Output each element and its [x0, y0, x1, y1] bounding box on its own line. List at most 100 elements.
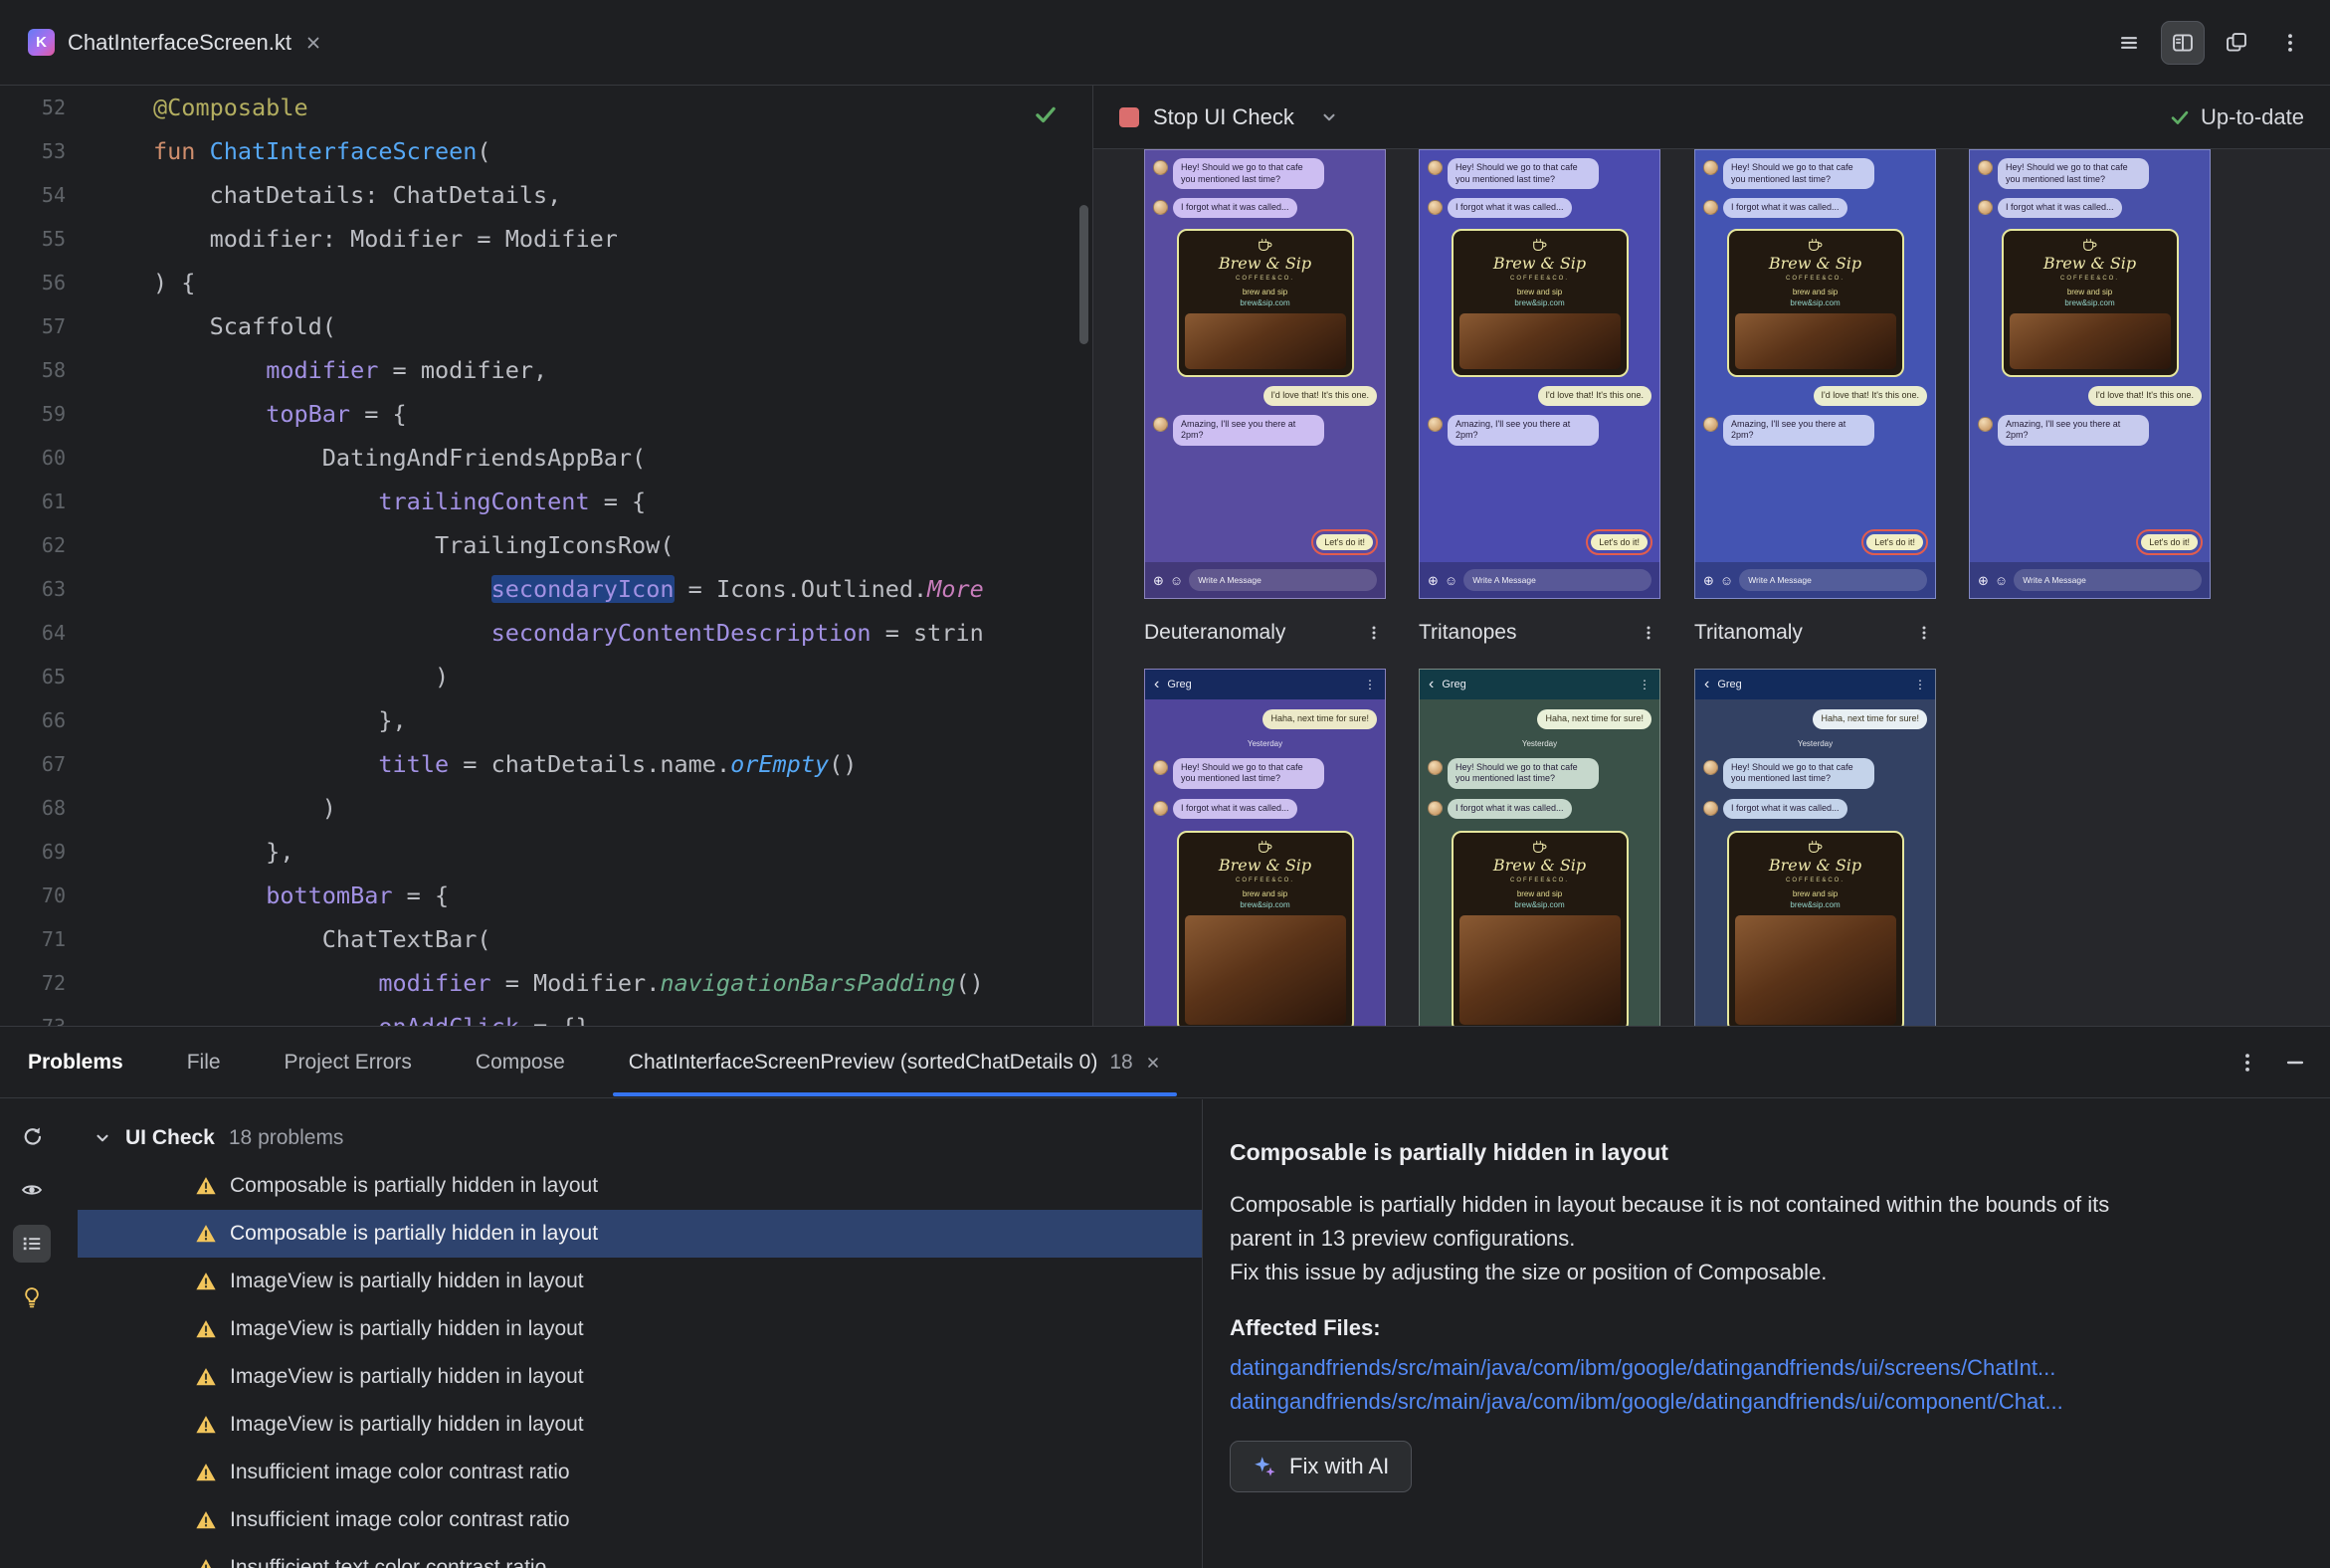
more-icon[interactable]	[2236, 1052, 2258, 1074]
problems-tab-compose[interactable]: Compose	[476, 1051, 565, 1075]
problem-item[interactable]: ImageView is partially hidden in layout	[78, 1353, 1202, 1401]
preview-config-row: Tritanomaly	[1694, 621, 1936, 645]
code-editor[interactable]: 52 @Composable 53 fun ChatInterfaceScreen(5…	[0, 86, 1092, 1026]
problem-item[interactable]: Composable is partially hidden in layout	[78, 1210, 1202, 1258]
preview-eye-icon[interactable]	[13, 1171, 51, 1209]
warning-icon	[195, 1509, 217, 1531]
affected-file-link[interactable]: datingandfriends/src/main/java/com/ibm/g…	[1230, 1351, 2304, 1385]
preview-toolbar: Stop UI Check Up-to-date	[1093, 86, 2330, 149]
message-input[interactable]: Write A Message	[2014, 569, 2202, 591]
problem-item[interactable]: Composable is partially hidden in layout	[78, 1162, 1202, 1210]
inspections-ok-icon[interactable]	[1033, 101, 1059, 127]
emoji-icon[interactable]: ☺	[1720, 574, 1733, 587]
problem-item[interactable]: Insufficient image color contrast ratio	[78, 1496, 1202, 1544]
refresh-icon[interactable]	[13, 1117, 51, 1155]
more-icon[interactable]: ⋮	[1639, 678, 1650, 691]
more-icon[interactable]: ⋮	[1364, 678, 1376, 691]
code-line: 56) {	[0, 261, 1092, 304]
more-icon[interactable]	[1362, 623, 1386, 643]
line-number: 63	[41, 577, 66, 601]
affected-file-link[interactable]: datingandfriends/src/main/java/com/ibm/g…	[1230, 1385, 2304, 1419]
message-input[interactable]: Write A Message	[1739, 569, 1927, 591]
emoji-icon[interactable]: ☺	[1995, 574, 2008, 587]
add-icon[interactable]: ⊕	[1978, 574, 1989, 587]
line-number: 54	[41, 183, 66, 207]
preview-thumbnail[interactable]: ‹ Greg ⋮ Haha, next time for sure! Yesterday…	[1144, 669, 1386, 1026]
check-icon	[2171, 110, 2189, 124]
add-icon[interactable]: ⊕	[1153, 574, 1164, 587]
back-icon[interactable]: ‹	[1429, 677, 1434, 692]
window-mode-icon[interactable]	[2215, 21, 2258, 65]
close-icon[interactable]	[304, 34, 322, 52]
preview-thumbnail[interactable]: Hey! Should we go to that cafe you menti…	[1144, 149, 1386, 599]
minimize-icon[interactable]	[2284, 1052, 2306, 1074]
problems-group-header[interactable]: UI Check 18 problems	[78, 1114, 1202, 1162]
preview-thumbnail[interactable]: Hey! Should we go to that cafe you menti…	[1969, 149, 2211, 599]
chat-message-sent: Haha, next time for sure!	[1813, 709, 1927, 729]
problems-tab-chatinterfacescreenpreview-sortedchatdetails-0[interactable]: ChatInterfaceScreenPreview (sortedChatDe…	[629, 1051, 1161, 1075]
back-icon[interactable]: ‹	[1154, 677, 1159, 692]
line-number: 62	[41, 533, 66, 557]
message-input[interactable]: Write A Message	[1463, 569, 1651, 591]
code-line: 53 fun ChatInterfaceScreen(	[0, 129, 1092, 173]
stop-ui-check-button[interactable]: Stop UI Check	[1119, 104, 1294, 130]
emoji-icon[interactable]: ☺	[1445, 574, 1457, 587]
detail-description: Composable is partially hidden in layout…	[1230, 1192, 2110, 1251]
line-number: 61	[41, 490, 66, 513]
avatar	[1978, 200, 1993, 216]
problem-item[interactable]: Insufficient text color contrast ratio	[78, 1544, 1202, 1568]
card-caption: brew and sip	[1516, 888, 1563, 898]
preview-thumbnail[interactable]: Hey! Should we go to that cafe you menti…	[1419, 149, 1660, 599]
message-input[interactable]: Write A Message	[1189, 569, 1377, 591]
problem-item[interactable]: ImageView is partially hidden in layout	[78, 1401, 1202, 1449]
contact-name: Greg	[1167, 679, 1192, 690]
details-view-icon[interactable]	[13, 1225, 51, 1263]
structure-view-icon[interactable]	[2107, 21, 2151, 65]
ai-sparkle-icon	[1255, 1457, 1275, 1476]
editor-scrollbar[interactable]	[1079, 205, 1088, 344]
coffee-cup-icon	[1808, 238, 1822, 252]
code-line: 61 trailingContent = {	[0, 480, 1092, 523]
problems-tab-file[interactable]: File	[187, 1051, 221, 1075]
preview-thumbnail[interactable]: ‹ Greg ⋮ Haha, next time for sure! Yesterday…	[1694, 669, 1936, 1026]
flagged-composable: Let's do it!	[1586, 529, 1652, 555]
lightbulb-icon[interactable]	[13, 1278, 51, 1316]
add-icon[interactable]: ⊕	[1428, 574, 1439, 587]
problem-item[interactable]: ImageView is partially hidden in layout	[78, 1305, 1202, 1353]
emoji-icon[interactable]: ☺	[1170, 574, 1183, 587]
chat-message-sent: I'd love that! It's this one.	[2087, 386, 2202, 406]
coffee-cup-icon	[2082, 238, 2096, 252]
more-icon[interactable]	[1912, 623, 1936, 643]
card-url: brew&sip.com	[1790, 298, 1841, 308]
coffee-cup-icon	[1258, 238, 1271, 252]
fix-with-ai-button[interactable]: Fix with AI	[1230, 1441, 1413, 1492]
code-line: 68 )	[0, 786, 1092, 830]
card-title: Brew & Sip	[1492, 855, 1587, 875]
warning-icon	[195, 1318, 217, 1340]
problems-tab-problems[interactable]: Problems	[28, 1051, 123, 1075]
split-editor-icon[interactable]	[2161, 20, 2205, 65]
back-icon[interactable]: ‹	[1704, 677, 1709, 692]
preview-thumbnail[interactable]: Hey! Should we go to that cafe you menti…	[1694, 149, 1936, 599]
chat-message-sent: I'd love that! It's this one.	[1262, 386, 1377, 406]
avatar	[1978, 160, 1993, 175]
more-icon[interactable]	[1637, 623, 1660, 643]
day-separator: Yesterday	[1247, 738, 1283, 748]
warning-icon	[195, 1462, 217, 1483]
problems-tab-project-errors[interactable]: Project Errors	[285, 1051, 412, 1075]
more-icon[interactable]	[2268, 21, 2312, 65]
chevron-down-icon[interactable]	[1320, 108, 1338, 126]
code-line: 71 ChatTextBar(	[0, 917, 1092, 961]
coffee-photo	[2009, 313, 2171, 370]
problem-item[interactable]: Insufficient image color contrast ratio	[78, 1449, 1202, 1496]
coffee-cup-icon	[1258, 840, 1271, 853]
problem-item[interactable]: ImageView is partially hidden in layout	[78, 1258, 1202, 1305]
line-number: 71	[41, 927, 66, 951]
more-icon[interactable]: ⋮	[1914, 678, 1926, 691]
editor-tab[interactable]: K ChatInterfaceScreen.kt	[0, 0, 344, 85]
close-icon[interactable]	[1145, 1055, 1161, 1071]
preview-thumbnail[interactable]: ‹ Greg ⋮ Haha, next time for sure! Yesterday…	[1419, 669, 1660, 1026]
add-icon[interactable]: ⊕	[1703, 574, 1714, 587]
line-number: 68	[41, 796, 66, 820]
avatar	[1428, 801, 1443, 817]
